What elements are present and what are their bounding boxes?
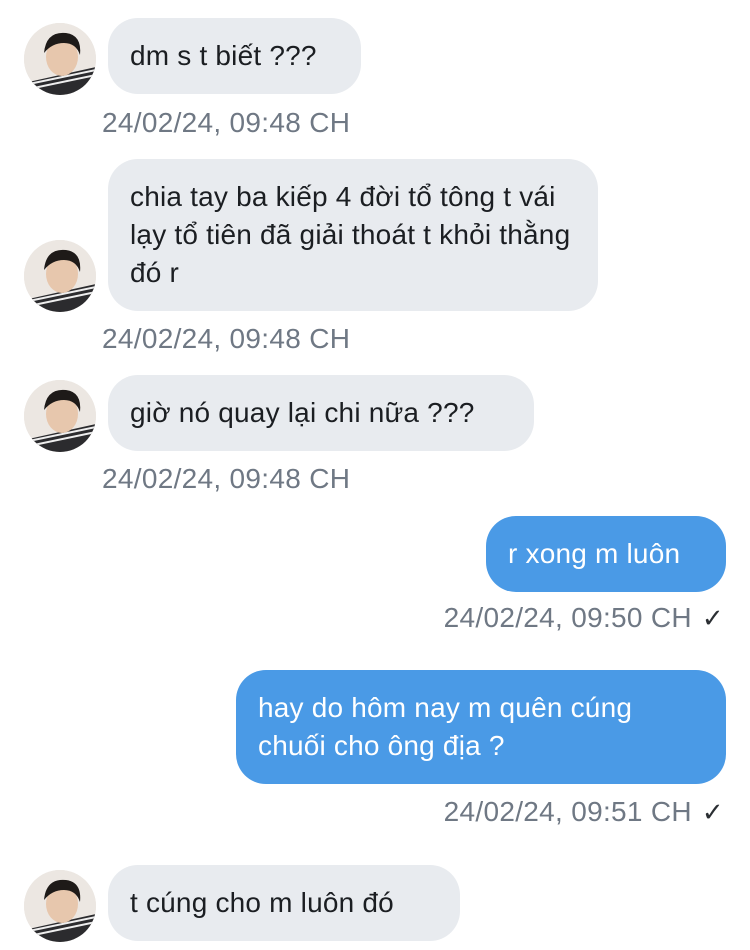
message-text: dm s t biết ??? [130,40,317,71]
outgoing-message-bubble[interactable]: r xong m luôn [486,516,726,592]
incoming-message-bubble[interactable]: dm s t biết ??? [108,18,361,94]
message-text: hay do hôm nay m quên cúng chuối cho ông… [258,692,633,761]
contact-avatar[interactable] [24,23,96,95]
avatar-photo-icon [24,23,96,95]
message-text: r xong m luôn [508,538,681,569]
message-text: t cúng cho m luôn đó [130,887,394,918]
message-timestamp: 24/02/24, 09:50 CH [443,602,692,633]
chat-thread: dm s t biết ??? 24/02/24, 09:48 CH chia … [0,0,750,950]
contact-avatar[interactable] [24,870,96,942]
message-timestamp: 24/02/24, 09:51 CH [443,796,692,827]
incoming-message-bubble[interactable]: chia tay ba kiếp 4 đời tổ tông t vái lạy… [108,159,598,311]
contact-avatar[interactable] [24,380,96,452]
message-timestamp: 24/02/24, 09:48 CH [102,323,351,354]
incoming-message-bubble[interactable]: giờ nó quay lại chi nữa ??? [108,375,534,451]
avatar-photo-icon [24,870,96,942]
message-timestamp: 24/02/24, 09:48 CH [102,463,351,494]
outgoing-message-bubble[interactable]: hay do hôm nay m quên cúng chuối cho ông… [236,670,726,784]
incoming-message-bubble[interactable]: t cúng cho m luôn đó [108,865,460,941]
message-timestamp: 24/02/24, 09:48 CH [102,107,351,138]
message-text: giờ nó quay lại chi nữa ??? [130,397,475,428]
checkmark-icon: ✓ [701,603,724,633]
checkmark-icon: ✓ [701,797,724,827]
message-timestamp-row: 24/02/24, 09:50 CH ✓ [444,601,724,635]
avatar-photo-icon [24,380,96,452]
avatar-photo-icon [24,240,96,312]
message-timestamp-row: 24/02/24, 09:51 CH ✓ [444,795,724,829]
contact-avatar[interactable] [24,240,96,312]
message-text: chia tay ba kiếp 4 đời tổ tông t vái lạy… [130,181,571,288]
